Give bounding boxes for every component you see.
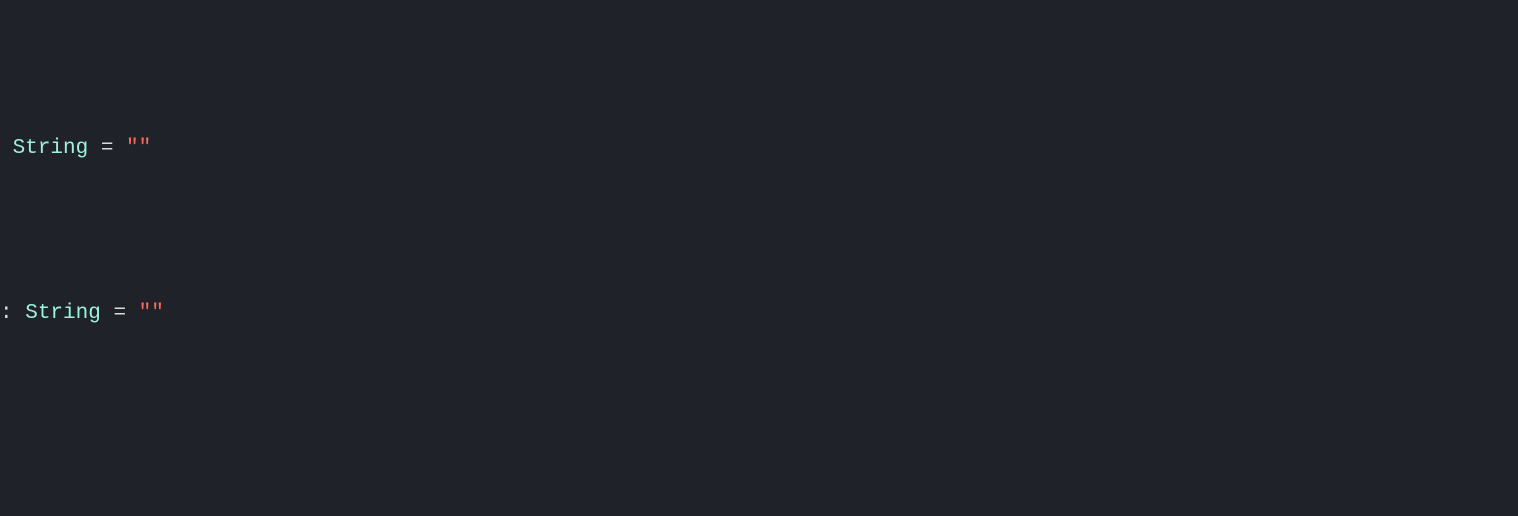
code-token: :	[0, 302, 25, 325]
code-line-blank[interactable]	[0, 462, 1518, 495]
type-token: String	[25, 302, 101, 325]
code-token: =	[88, 137, 126, 160]
code-token: =	[101, 302, 139, 325]
type-token: String	[13, 137, 89, 160]
string-token: ""	[139, 302, 164, 325]
code-line[interactable]: : String = ""	[0, 297, 1518, 330]
code-line[interactable]: String = ""	[0, 132, 1518, 165]
code-editor[interactable]: String = "" : String = "" { ✕ Failed to …	[0, 0, 1518, 516]
code-token	[0, 137, 13, 160]
string-token: ""	[126, 137, 151, 160]
